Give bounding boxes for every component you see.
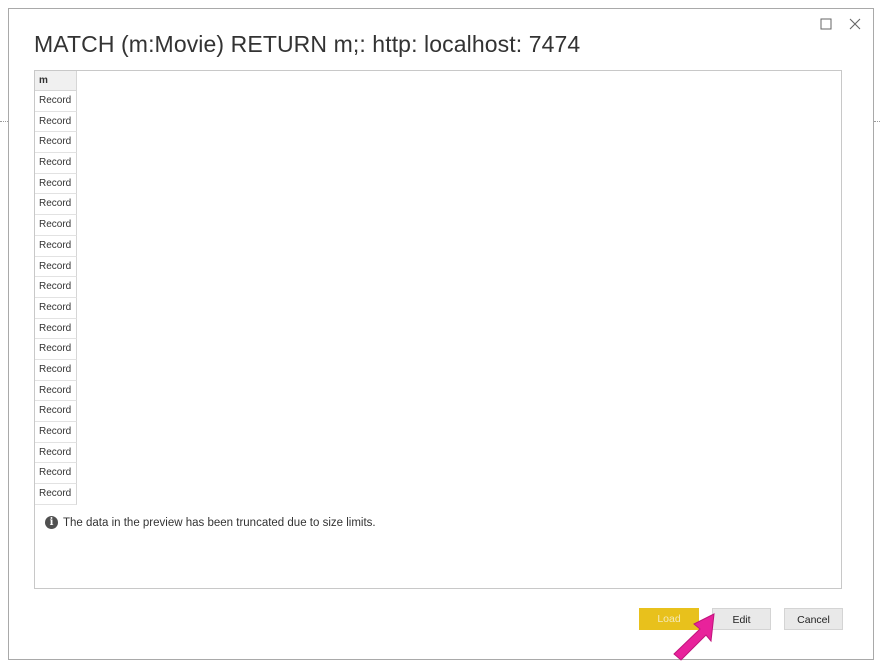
close-icon[interactable] xyxy=(844,13,866,35)
backdrop-line-left xyxy=(0,121,8,122)
table-row[interactable]: Record xyxy=(35,484,77,505)
table-row[interactable]: Record xyxy=(35,339,77,360)
table-row[interactable]: Record xyxy=(35,463,77,485)
backdrop-line-right xyxy=(874,121,880,122)
table-row[interactable]: Record xyxy=(35,153,77,174)
table-row[interactable]: Record xyxy=(35,318,77,340)
table-row[interactable]: Record xyxy=(35,277,77,298)
table-row[interactable]: Record xyxy=(35,215,77,236)
pointer-arrow-icon xyxy=(673,613,715,661)
table-row[interactable]: Record xyxy=(35,132,77,154)
preview-dialog: MATCH (m:Movie) RETURN m;: http: localho… xyxy=(8,8,874,660)
table-row[interactable]: Record xyxy=(35,194,77,216)
data-preview-pane: m Record Record Record Record Record Record Re… xyxy=(34,70,842,589)
table-row[interactable]: Record xyxy=(35,256,77,278)
table-row[interactable]: Record xyxy=(35,422,77,443)
dialog-title: MATCH (m:Movie) RETURN m;: http: localho… xyxy=(34,31,581,57)
table-row[interactable]: Record xyxy=(35,380,77,402)
table-row[interactable]: Record xyxy=(35,359,77,381)
table-row[interactable]: Record xyxy=(35,235,77,257)
truncation-notice: i The data in the preview has been trunc… xyxy=(45,516,376,529)
table-row[interactable]: Record xyxy=(35,91,77,112)
cancel-button[interactable]: Cancel xyxy=(784,608,843,630)
truncation-notice-text: The data in the preview has been truncat… xyxy=(63,516,376,529)
table-row[interactable]: Record xyxy=(35,442,77,464)
maximize-icon[interactable] xyxy=(815,13,837,35)
table-row[interactable]: Record xyxy=(35,401,77,422)
table-row[interactable]: Record xyxy=(35,173,77,195)
table-row[interactable]: Record xyxy=(35,111,77,133)
column-header-m[interactable]: m xyxy=(35,71,77,91)
table-row[interactable]: Record xyxy=(35,297,77,319)
preview-table: m Record Record Record Record Record Record Re… xyxy=(35,71,77,505)
info-icon: i xyxy=(45,516,58,529)
